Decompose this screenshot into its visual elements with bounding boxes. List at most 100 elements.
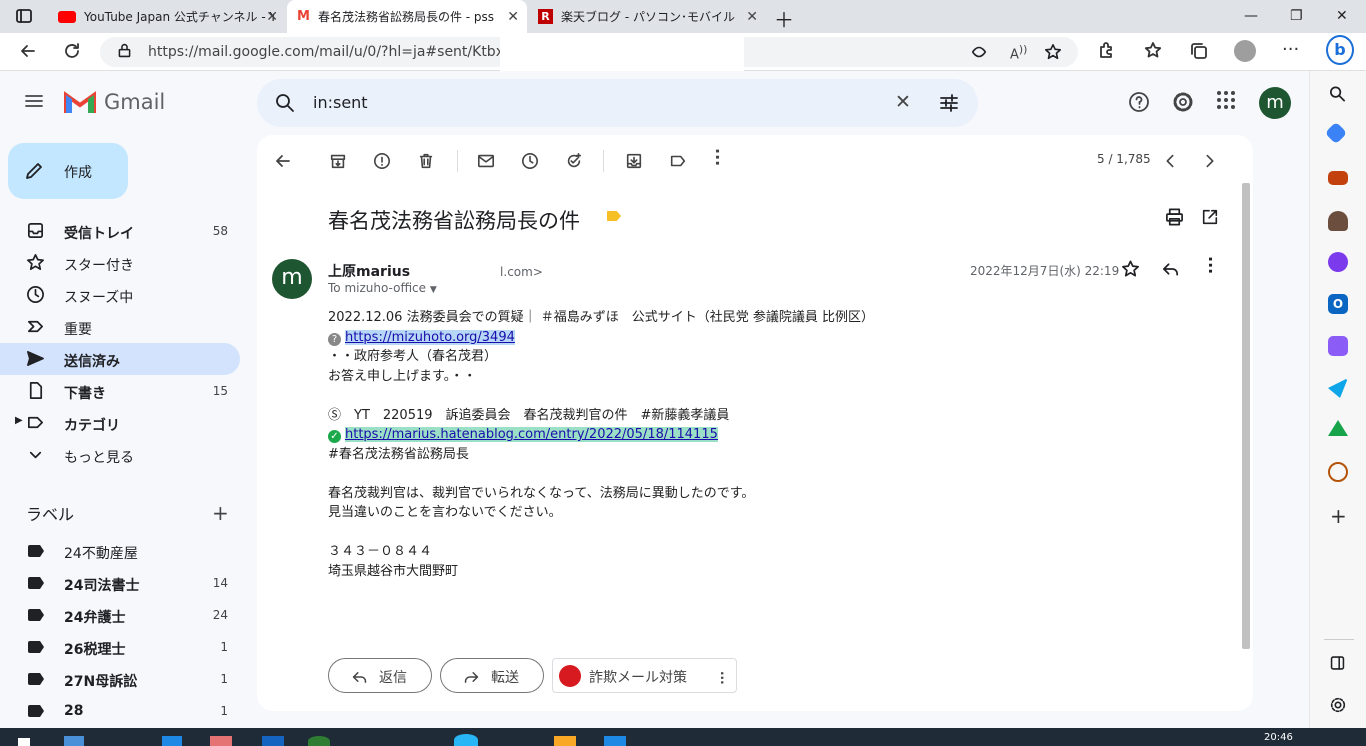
taskbar-app-icon[interactable] [210,736,232,746]
nav-sent[interactable]: 送信済み [0,343,240,375]
profile-icon[interactable] [1234,40,1256,62]
close-icon[interactable]: ✕ [746,9,758,25]
tab-actions-icon[interactable] [14,6,34,26]
label-icon[interactable] [669,151,687,171]
help-icon[interactable] [1128,91,1150,113]
designer-icon[interactable] [1328,336,1348,356]
main-menu-icon[interactable] [24,91,44,111]
label-item[interactable]: 24不動産屋 [0,535,240,567]
delete-icon[interactable] [417,151,435,171]
outlook-icon[interactable]: O [1328,294,1348,314]
label-item[interactable]: 24弁護士 24 [0,599,240,631]
app-icon[interactable] [1328,462,1348,482]
add-task-icon[interactable] [565,151,583,171]
archive-icon[interactable] [329,151,347,171]
nav-snoozed[interactable]: スヌーズ中 [0,279,240,311]
open-in-new-window-icon[interactable] [1201,207,1219,227]
mark-unread-icon[interactable] [477,151,495,171]
star-icon[interactable] [1121,259,1140,279]
taskbar-app-icon[interactable] [554,736,576,746]
more-options-icon[interactable]: ··· [708,148,727,166]
important-marker-icon[interactable] [607,211,621,221]
mizuho-link[interactable]: https://mizuhoto.org/3494 [345,329,515,345]
search-icon[interactable] [1328,84,1347,104]
tree-icon[interactable] [1328,420,1348,436]
tab-rakuten[interactable]: R 楽天ブログ - パソコン･モバイルから無 ✕ [528,0,766,33]
nav-categories[interactable]: ▶ カテゴリ [0,407,240,439]
close-icon[interactable]: ✕ [507,9,519,25]
restore-icon[interactable]: ❐ [1290,8,1303,24]
settings-icon[interactable] [1329,695,1347,715]
compose-button[interactable]: 作成 [8,143,128,199]
minimize-icon[interactable]: — [1244,8,1258,24]
label-item[interactable]: 26税理士 1 [0,631,240,663]
taskbar-app-icon[interactable] [604,736,626,746]
games-icon[interactable] [1328,211,1348,231]
reader-icon[interactable] [970,42,988,62]
close-icon[interactable]: ✕ [266,9,278,25]
message-more-icon[interactable]: ··· [1201,256,1220,274]
favorite-add-icon[interactable] [1044,42,1062,62]
snooze-icon[interactable] [521,151,539,171]
report-spam-icon[interactable] [373,151,391,171]
settings-icon[interactable] [1172,91,1194,113]
read-aloud-icon[interactable]: A)) [1010,43,1027,62]
taskbar-app-icon[interactable] [454,734,478,746]
hatena-link[interactable]: https://marius.hatenablog.com/entry/2022… [345,427,718,442]
taskbar-app-icon[interactable] [64,736,84,746]
window-close-icon[interactable]: ✕ [1336,8,1348,24]
move-to-icon[interactable] [625,151,643,171]
label-item[interactable]: 24司法書士 14 [0,567,240,599]
nav-more[interactable]: もっと見る [0,439,240,471]
scrollbar[interactable] [1242,183,1250,649]
favorites-icon[interactable] [1144,41,1164,61]
office-icon[interactable] [1328,252,1348,272]
taskbar-app-icon[interactable] [162,736,182,746]
scam-more-icon[interactable]: ··· [715,671,729,685]
more-icon[interactable]: ··· [1282,39,1299,60]
split-screen-icon[interactable] [1329,653,1346,673]
taskbar-app-icon[interactable] [262,736,284,746]
clear-search-icon[interactable]: ✕ [895,91,911,113]
nav-drafts[interactable]: 下書き 15 [0,375,240,407]
tab-gmail[interactable]: M 春名茂法務省訟務局長の件 - pss ✕ [287,0,527,33]
back-to-list-icon[interactable] [273,151,293,171]
collections-icon[interactable] [1189,41,1209,61]
taskbar-app-icon[interactable] [308,736,330,746]
search-options-icon[interactable] [939,93,959,113]
gmail-logo[interactable]: Gmail [64,89,165,115]
search-bar[interactable]: in:sent ✕ [257,79,978,127]
add-icon[interactable]: + [1330,504,1347,528]
print-icon[interactable] [1165,207,1184,227]
account-avatar[interactable]: m [1259,87,1291,119]
older-icon[interactable] [1201,151,1219,171]
tab-youtube[interactable]: YouTube Japan 公式チャンネル - Yo ✕ [48,0,286,33]
new-tab-icon[interactable]: ＋ [774,4,794,33]
newer-icon[interactable] [1161,151,1179,171]
shopping-tag-icon[interactable] [1324,121,1348,145]
show-details-icon[interactable]: ▼ [430,285,437,295]
scam-check-button[interactable]: 詐欺メール対策 ··· [552,658,737,693]
nav-important[interactable]: 重要 [0,311,240,343]
tools-icon[interactable] [1328,171,1348,185]
send-icon[interactable] [1328,378,1348,398]
taskbar-clock[interactable]: 20:46 [1264,732,1293,743]
nav-inbox[interactable]: 受信トレイ 58 [0,215,240,247]
back-icon[interactable] [18,41,38,61]
expand-arrow-icon[interactable]: ▶ [15,415,23,426]
recipients[interactable]: To mizuho-office ▼ [328,281,437,295]
reply-icon[interactable] [1161,259,1180,279]
bing-icon[interactable]: b [1326,35,1354,65]
add-label-icon[interactable]: + [212,501,229,525]
reply-button[interactable]: 返信 [328,658,432,693]
label-item[interactable]: 27N母訴訟 1 [0,663,240,695]
forward-button[interactable]: 転送 [440,658,544,693]
url-field[interactable]: https://mail.google.com/mail/u/0/?hl=ja#… [100,37,1078,73]
nav-starred[interactable]: スター付き [0,247,240,279]
extensions-icon[interactable] [1096,41,1116,61]
label-item[interactable]: 28 1 [0,695,240,727]
search-icon[interactable] [275,93,295,113]
windows-start-icon[interactable] [18,738,30,746]
refresh-icon[interactable] [62,41,82,61]
apps-grid-icon[interactable] [1217,91,1235,109]
